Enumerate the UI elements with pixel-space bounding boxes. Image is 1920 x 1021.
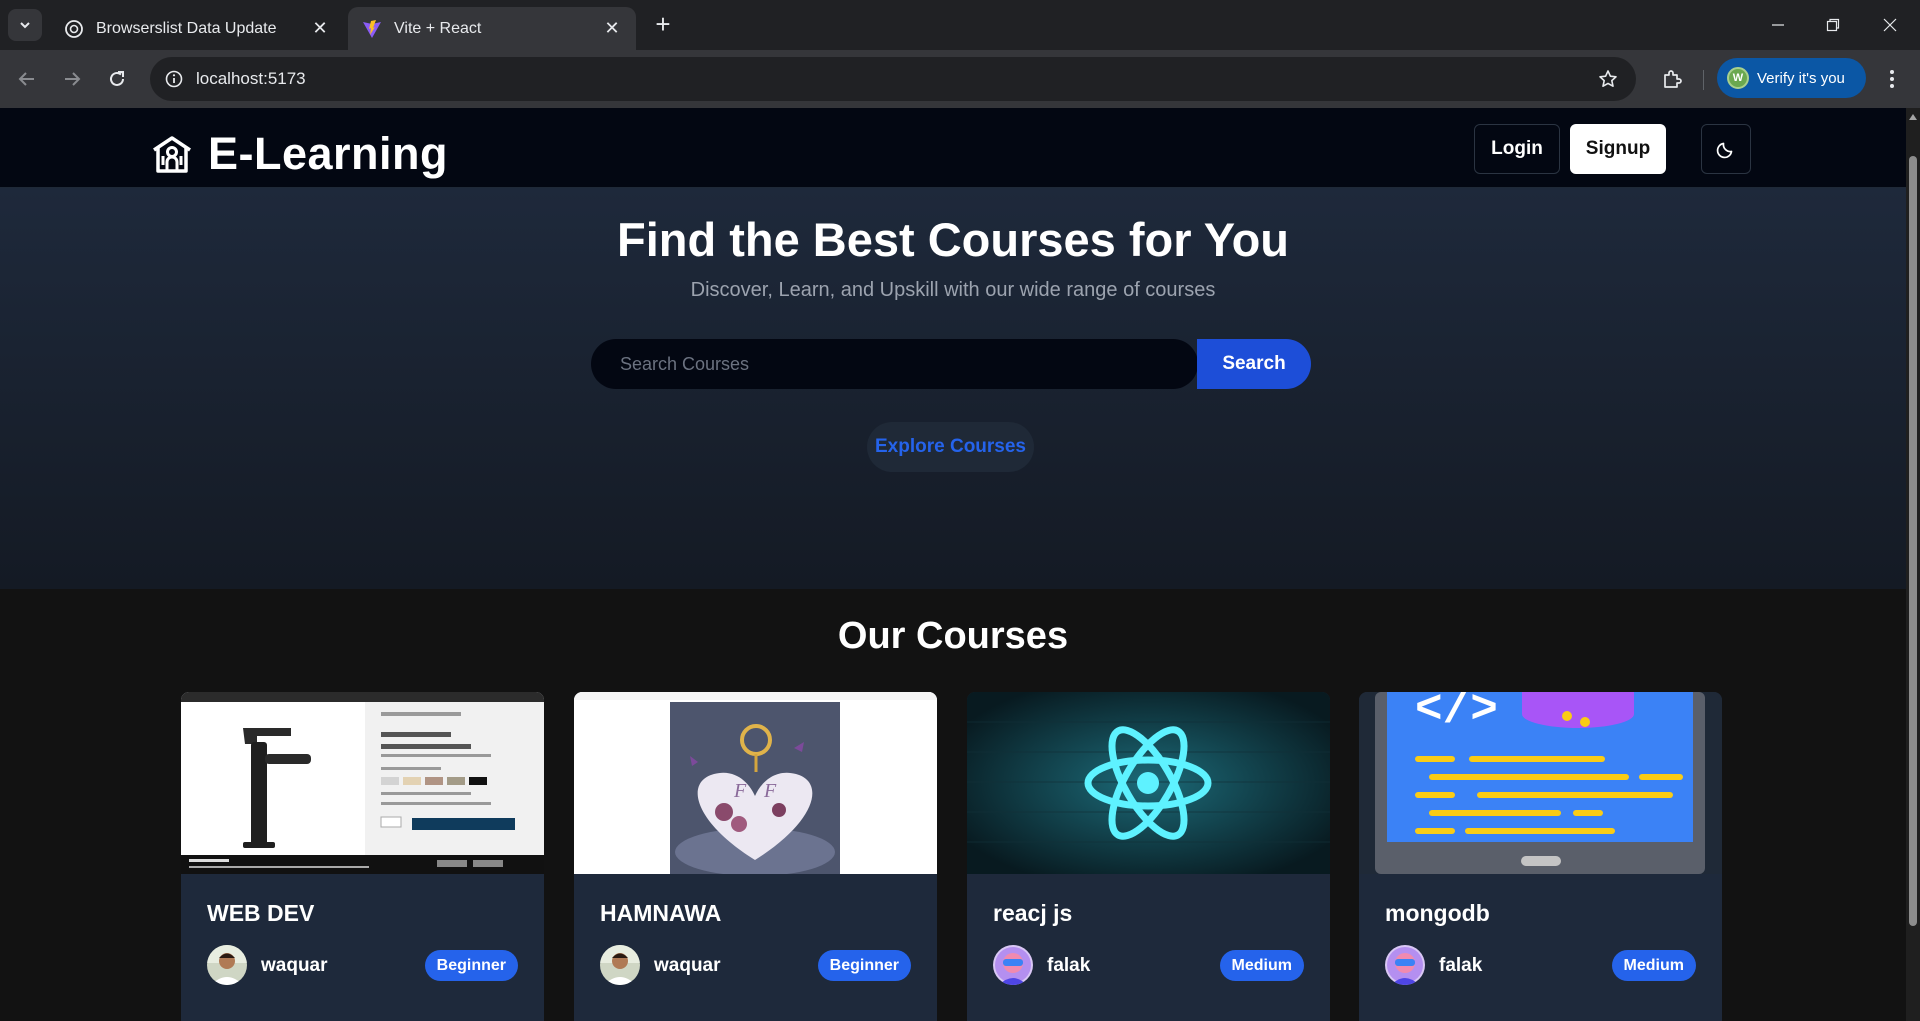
course-card[interactable]: WEB DEV waquar Beginner <box>181 692 544 1021</box>
level-badge: Medium <box>1611 950 1696 981</box>
course-card[interactable]: </> mongodb falak Medium <box>1359 692 1722 1021</box>
browser-toolbar: localhost:5173 W Verify it's you <box>0 50 1920 108</box>
profile-avatar: W <box>1727 67 1749 89</box>
browser-tab-browserslist[interactable]: Browserslist Data Update ✕ <box>50 7 344 50</box>
profile-verify-chip[interactable]: W Verify it's you <box>1717 58 1866 98</box>
course-name: mongodb <box>1385 900 1490 926</box>
author-name: waquar <box>261 955 328 976</box>
browser-menu-button[interactable] <box>1880 63 1904 95</box>
toolbar-divider <box>1703 70 1704 90</box>
avatar <box>1385 945 1425 985</box>
moon-icon <box>1716 142 1733 159</box>
avatar <box>207 945 247 985</box>
search-input[interactable] <box>591 339 1198 389</box>
tab-title: Vite + React <box>394 19 482 37</box>
vite-icon <box>362 19 382 39</box>
star-icon[interactable] <box>1596 67 1620 91</box>
signup-button[interactable]: Signup <box>1570 124 1666 174</box>
brand-logo[interactable]: E-Learning <box>150 128 448 180</box>
restore-button[interactable] <box>1813 10 1853 40</box>
school-icon <box>153 136 191 173</box>
verify-label: Verify it's you <box>1757 69 1845 87</box>
course-thumbnail <box>181 692 544 874</box>
chatgpt-icon <box>64 19 84 39</box>
reload-button[interactable] <box>101 63 133 95</box>
course-thumbnail: F F <box>574 692 937 874</box>
hero-section: Find the Best Courses for You Discover, … <box>0 188 1906 589</box>
page-scrollbar[interactable] <box>1906 108 1920 1021</box>
author-name: falak <box>1047 955 1091 976</box>
scrollbar-thumb[interactable] <box>1909 156 1917 926</box>
scroll-up-arrow[interactable] <box>1909 114 1917 120</box>
new-tab-button[interactable]: + <box>650 11 676 38</box>
avatar <box>600 945 640 985</box>
more-vertical-icon <box>1890 70 1894 88</box>
courses-section: Our Courses WEB DEV waquar Beginner F F … <box>0 589 1906 1021</box>
level-badge: Beginner <box>817 950 911 981</box>
course-thumbnail: </> <box>1359 692 1722 874</box>
close-icon[interactable]: ✕ <box>310 18 330 39</box>
close-icon <box>1883 18 1897 32</box>
author-name: falak <box>1439 955 1483 976</box>
minimize-button[interactable] <box>1758 10 1798 40</box>
hero-subtitle: Discover, Learn, and Upskill with our wi… <box>690 279 1216 301</box>
search-box <box>591 339 1198 389</box>
course-name: HAMNAWA <box>600 900 722 926</box>
chevron-down-icon <box>20 22 30 29</box>
puzzle-icon <box>1664 70 1682 88</box>
theme-toggle-button[interactable] <box>1701 124 1751 174</box>
extensions-button[interactable] <box>1656 63 1688 95</box>
course-thumbnail <box>967 692 1330 874</box>
browser-tab-vite-react[interactable]: Vite + React ✕ <box>348 7 636 50</box>
login-button[interactable]: Login <box>1474 124 1560 174</box>
info-icon[interactable] <box>162 67 186 91</box>
course-name: WEB DEV <box>207 900 315 926</box>
close-icon[interactable]: ✕ <box>602 18 622 39</box>
tab-title: Browserslist Data Update <box>96 19 277 37</box>
svg-text:</>: </> <box>1415 692 1498 736</box>
search-button[interactable]: Search <box>1197 339 1311 389</box>
hero-title: Find the Best Courses for You <box>617 213 1289 266</box>
avatar <box>993 945 1033 985</box>
url-text: localhost:5173 <box>196 69 306 88</box>
minimize-icon <box>1772 24 1784 26</box>
svg-text:F: F <box>763 780 777 802</box>
explore-courses-button[interactable]: Explore Courses <box>867 422 1034 472</box>
brand-name: E-Learning <box>208 128 449 179</box>
level-badge: Beginner <box>424 950 518 981</box>
course-card[interactable]: reacj js falak Medium <box>967 692 1330 1021</box>
tab-search-button[interactable] <box>8 9 42 41</box>
level-badge: Medium <box>1219 950 1304 981</box>
site-navbar: E-Learning Login Signup <box>0 108 1906 188</box>
section-title: Our Courses <box>837 615 1069 657</box>
course-name: reacj js <box>993 900 1073 926</box>
browser-tab-strip: Browserslist Data Update ✕ Vite + React … <box>0 0 1920 50</box>
back-button[interactable] <box>11 63 43 95</box>
svg-text:F: F <box>733 780 747 802</box>
arrow-right-icon <box>65 72 81 86</box>
close-window-button[interactable] <box>1870 10 1910 40</box>
address-bar[interactable]: localhost:5173 <box>150 57 1636 101</box>
restore-icon <box>1826 18 1840 32</box>
author-name: waquar <box>654 955 721 976</box>
course-card[interactable]: F F HAMNAWA waquar Beginner <box>574 692 937 1021</box>
reload-icon <box>110 71 124 86</box>
forward-button[interactable] <box>56 63 88 95</box>
page-viewport: E-Learning Login Signup Find the Best Co… <box>0 108 1906 1021</box>
arrow-left-icon <box>18 72 34 86</box>
